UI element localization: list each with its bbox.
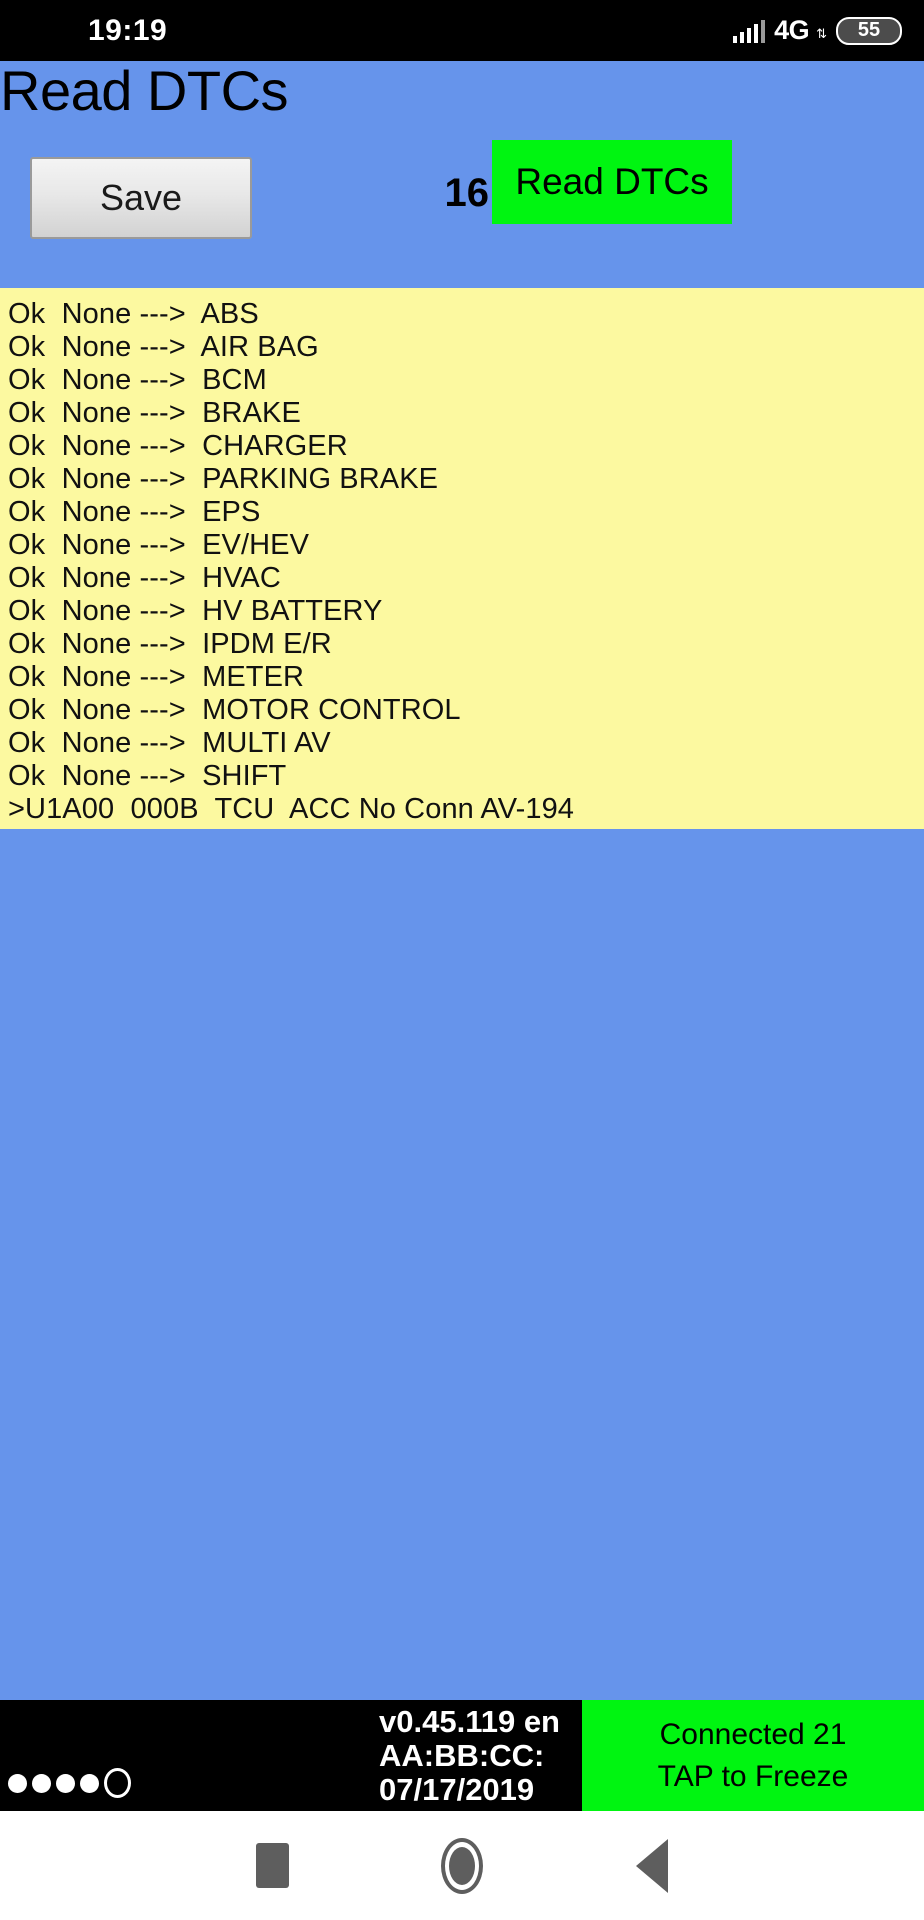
recents-button[interactable]	[177, 1843, 367, 1888]
read-dtcs-button[interactable]: Read DTCs	[492, 140, 732, 224]
list-item[interactable]: Ok None ---> PARKING BRAKE	[8, 463, 924, 496]
system-status-bar: 19:19 4G ⇅ 55	[0, 0, 924, 61]
list-item[interactable]: Ok None ---> ABS	[8, 298, 924, 331]
list-item[interactable]: Ok None ---> BRAKE	[8, 397, 924, 430]
app-bottom-bar: v0.45.119 en AA:BB:CC: 07/17/2019 Connec…	[0, 1700, 924, 1811]
back-button[interactable]	[557, 1838, 747, 1893]
list-item[interactable]: Ok None ---> MOTOR CONTROL	[8, 694, 924, 727]
save-button[interactable]: Save	[30, 157, 252, 239]
connection-status-panel[interactable]: Connected 21 TAP to Freeze	[582, 1700, 924, 1811]
list-item[interactable]: Ok None ---> BCM	[8, 364, 924, 397]
version-info-block: v0.45.119 en AA:BB:CC: 07/17/2019	[379, 1705, 560, 1807]
status-bar-indicators: 4G ⇅ 55	[732, 15, 902, 46]
signal-bars-icon	[732, 19, 766, 43]
connection-status-label: Connected 21	[659, 1717, 847, 1751]
bottom-info-panel: v0.45.119 en AA:BB:CC: 07/17/2019	[0, 1700, 582, 1811]
status-bar-clock: 19:19	[88, 13, 168, 47]
list-item-fault-code[interactable]: >U1A00 000B TCU ACC No Conn AV-194	[8, 793, 924, 826]
triangle-left-icon	[636, 1838, 668, 1893]
app-version-label: v0.45.119 en	[379, 1704, 560, 1739]
list-item[interactable]: Ok None ---> AIR BAG	[8, 331, 924, 364]
app-header: Read DTCs Save 16 Read DTCs	[0, 59, 924, 288]
freeze-hint-label: TAP to Freeze	[657, 1759, 849, 1793]
home-button[interactable]	[367, 1837, 557, 1894]
list-item[interactable]: Ok None ---> METER	[8, 661, 924, 694]
dtc-results-list[interactable]: Ok None ---> ABS Ok None ---> AIR BAG Ok…	[0, 288, 924, 829]
list-item[interactable]: Ok None ---> EV/HEV	[8, 529, 924, 562]
network-type-label: 4G	[774, 15, 810, 45]
phone-screen: 19:19 4G ⇅ 55 Read DTCs Save 16 Read DTC…	[0, 0, 924, 1920]
battery-icon: 55	[836, 16, 902, 45]
android-navigation-bar	[0, 1811, 924, 1920]
dtc-count-label: 16	[444, 171, 490, 215]
list-item[interactable]: Ok None ---> SHIFT	[8, 760, 924, 793]
page-title: Read DTCs	[0, 59, 289, 122]
list-item[interactable]: Ok None ---> IPDM E/R	[8, 628, 924, 661]
list-item[interactable]: Ok None ---> CHARGER	[8, 430, 924, 463]
date-label: 07/17/2019	[379, 1772, 535, 1807]
list-item[interactable]: Ok None ---> HVAC	[8, 562, 924, 595]
square-icon	[255, 1843, 289, 1888]
page-indicator-dots[interactable]	[8, 1768, 131, 1798]
list-item[interactable]: Ok None ---> MULTI AV	[8, 727, 924, 760]
battery-level-label: 55	[857, 19, 881, 41]
list-item[interactable]: Ok None ---> EPS	[8, 496, 924, 529]
data-transfer-icon: ⇅	[816, 26, 827, 41]
list-item[interactable]: Ok None ---> HV BATTERY	[8, 595, 924, 628]
circle-icon	[441, 1837, 483, 1894]
adapter-id-label: AA:BB:CC:	[379, 1738, 545, 1773]
